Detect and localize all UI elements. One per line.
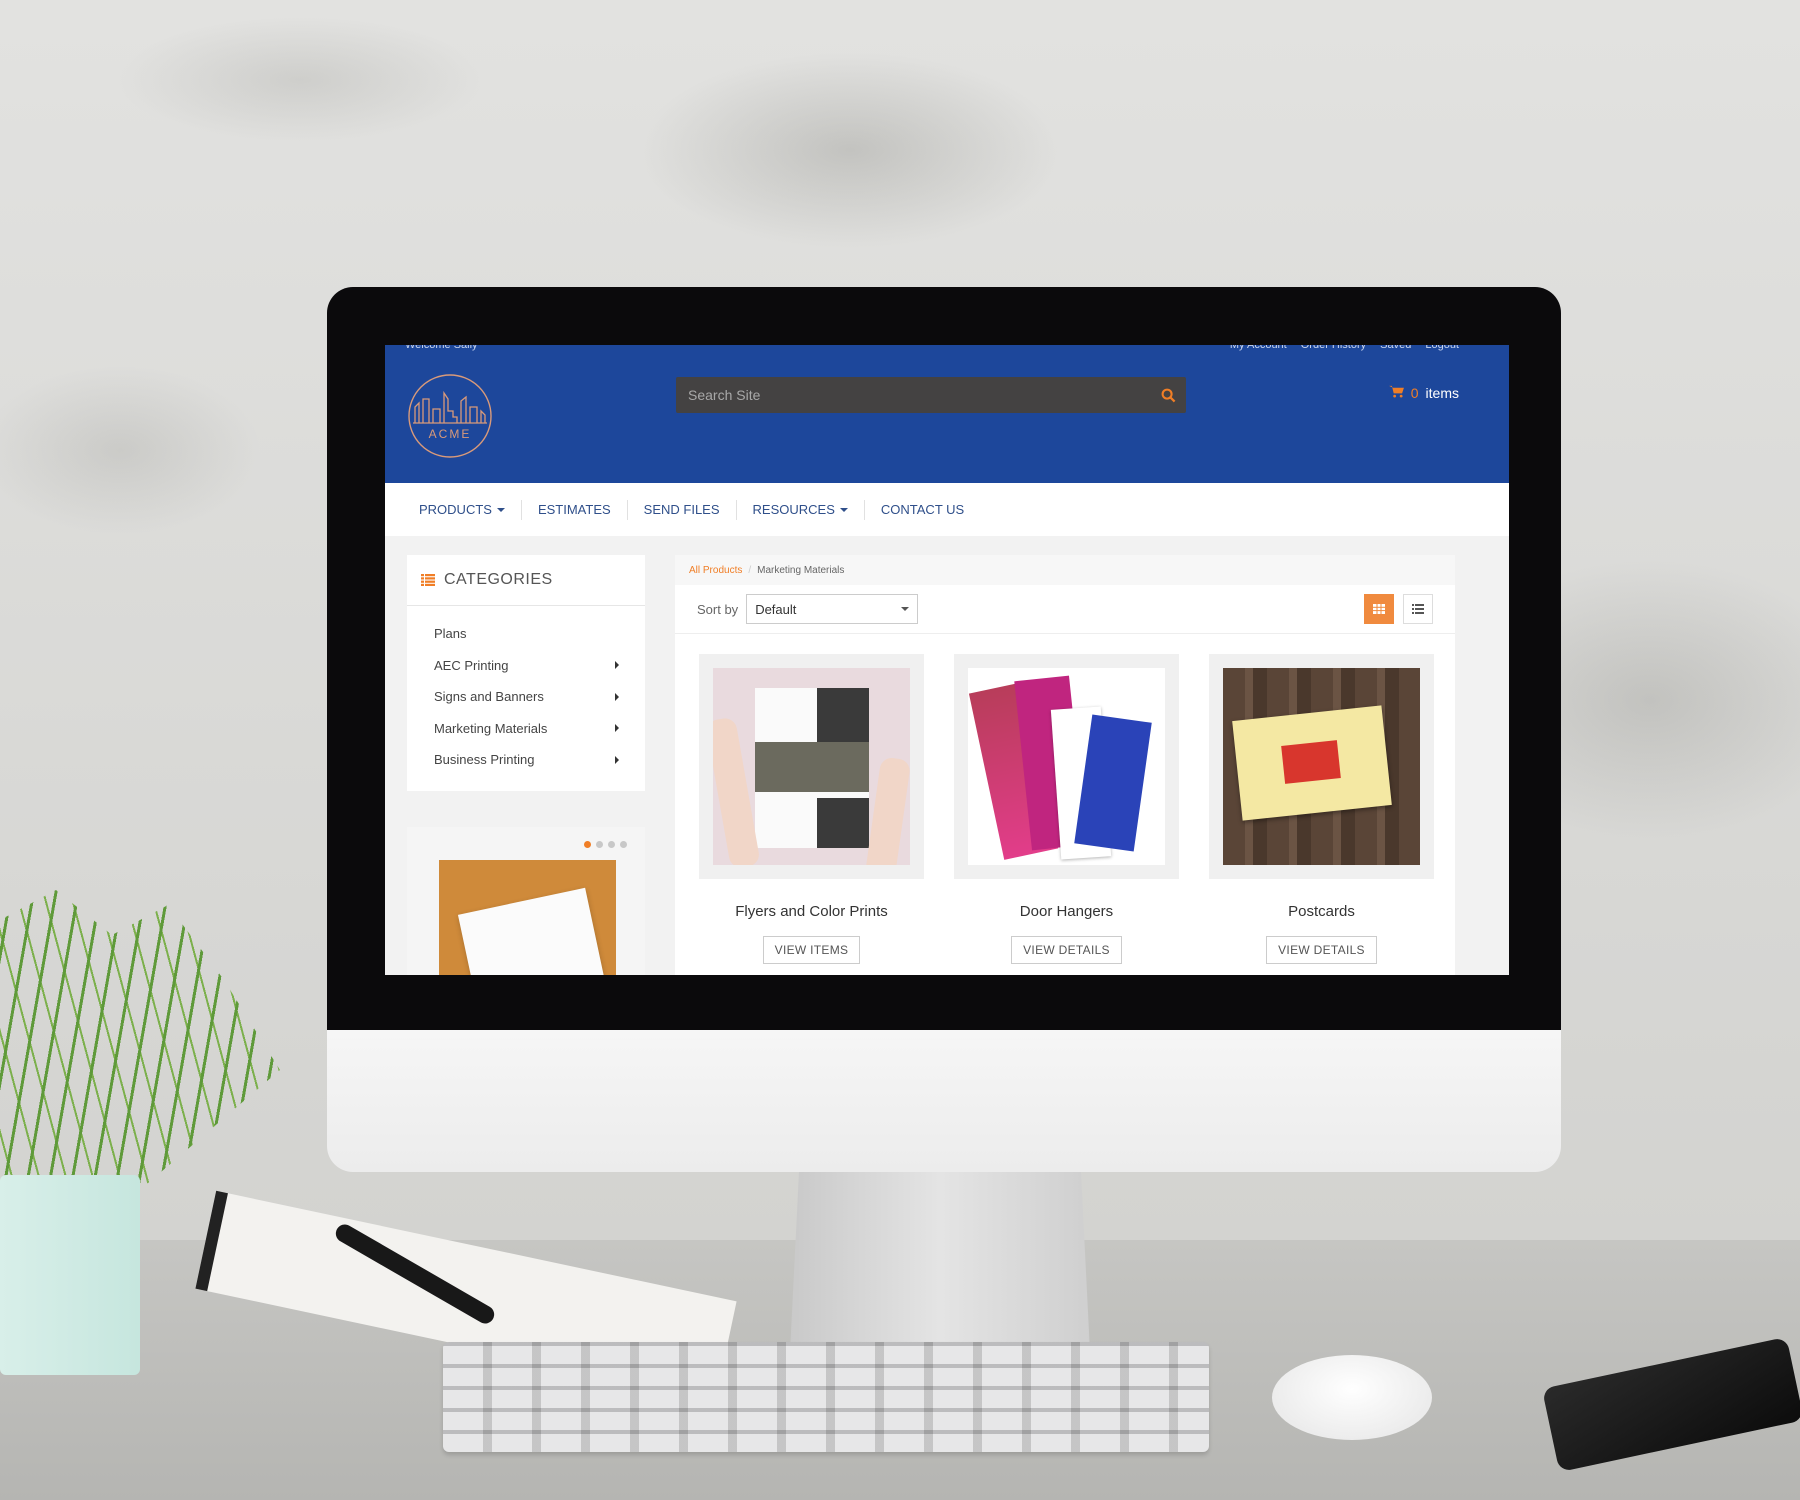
product-grid: Flyers and Color Prints VIEW ITEMS Door … bbox=[675, 634, 1455, 964]
logout-link[interactable]: Logout bbox=[1425, 345, 1459, 353]
caret-right-icon bbox=[615, 692, 619, 701]
sort-value: Default bbox=[755, 601, 797, 617]
welcome-text: Welcome Sally bbox=[405, 345, 478, 351]
search-icon[interactable] bbox=[1150, 388, 1186, 403]
flyer-image bbox=[713, 668, 910, 865]
product-image-frame[interactable] bbox=[954, 654, 1179, 879]
nav-resources[interactable]: RESOURCES bbox=[737, 499, 865, 520]
category-signs-and-banners[interactable]: Signs and Banners bbox=[407, 681, 645, 713]
acme-logo[interactable]: ACME bbox=[407, 373, 493, 459]
breadcrumb-all-products[interactable]: All Products bbox=[689, 565, 742, 576]
chevron-down-icon bbox=[839, 508, 848, 513]
chevron-down-icon bbox=[496, 508, 505, 513]
search-bar bbox=[676, 377, 1186, 413]
promo-carousel bbox=[407, 827, 645, 975]
listing-toolbar: Sort by Default bbox=[675, 585, 1455, 634]
door-hanger-image bbox=[968, 668, 1165, 865]
category-marketing-materials[interactable]: Marketing Materials bbox=[407, 713, 645, 745]
postcard-image bbox=[1223, 668, 1420, 865]
categories-panel: CATEGORIES Plans AEC Printing Signs and … bbox=[407, 555, 645, 791]
saved-link[interactable]: Saved bbox=[1380, 345, 1411, 353]
chevron-down-icon bbox=[901, 607, 910, 611]
my-account-link[interactable]: My Account bbox=[1230, 345, 1287, 353]
carousel-dots bbox=[584, 841, 627, 848]
product-card: Door Hangers VIEW DETAILS bbox=[954, 654, 1179, 964]
nav-send-files[interactable]: SEND FILES bbox=[628, 499, 737, 520]
cart-count: 0 bbox=[1410, 385, 1419, 401]
caret-right-icon bbox=[615, 661, 619, 670]
product-title[interactable]: Door Hangers bbox=[954, 903, 1179, 920]
main-nav: PRODUCTS ESTIMATES SEND FILES RESOURCES … bbox=[385, 483, 1509, 536]
breadcrumb: All Products / Marketing Materials bbox=[675, 555, 1455, 585]
carousel-dot-1[interactable] bbox=[584, 841, 591, 848]
order-history-link[interactable]: Order History bbox=[1301, 345, 1366, 353]
watering-can-pot bbox=[0, 1175, 140, 1375]
product-title[interactable]: Flyers and Color Prints bbox=[699, 903, 924, 920]
mouse bbox=[1272, 1355, 1432, 1440]
keyboard bbox=[443, 1342, 1209, 1452]
promo-image[interactable] bbox=[439, 860, 616, 975]
list-icon bbox=[421, 574, 435, 586]
categories-list: Plans AEC Printing Signs and Banners Mar… bbox=[407, 606, 645, 776]
product-card: Flyers and Color Prints VIEW ITEMS bbox=[699, 654, 924, 964]
grid-view-button[interactable] bbox=[1364, 594, 1394, 624]
website-screen: Welcome Sally My Account Order History S… bbox=[385, 345, 1509, 975]
cart-icon bbox=[1388, 385, 1404, 401]
view-details-button[interactable]: VIEW DETAILS bbox=[1011, 936, 1122, 964]
site-header: Welcome Sally My Account Order History S… bbox=[385, 345, 1509, 483]
categories-title: CATEGORIES bbox=[444, 571, 553, 588]
cart-label: items bbox=[1425, 385, 1459, 401]
nav-estimates[interactable]: ESTIMATES bbox=[522, 499, 628, 520]
nav-products[interactable]: PRODUCTS bbox=[403, 499, 522, 520]
product-image-frame[interactable] bbox=[699, 654, 924, 879]
category-label: Business Printing bbox=[434, 752, 535, 768]
view-details-button[interactable]: VIEW DETAILS bbox=[1266, 936, 1377, 964]
category-business-printing[interactable]: Business Printing bbox=[407, 744, 645, 776]
category-label: Signs and Banners bbox=[434, 689, 544, 705]
category-label: Marketing Materials bbox=[434, 720, 548, 736]
carousel-dot-2[interactable] bbox=[596, 841, 603, 848]
product-title[interactable]: Postcards bbox=[1209, 903, 1434, 920]
nav-contact-us[interactable]: CONTACT US bbox=[865, 500, 980, 520]
letterhead-sheet bbox=[457, 887, 611, 975]
product-card: Postcards VIEW DETAILS bbox=[1209, 654, 1434, 964]
product-image-frame[interactable] bbox=[1209, 654, 1434, 879]
sort-label: Sort by bbox=[697, 601, 739, 617]
list-icon bbox=[1412, 604, 1424, 614]
caret-right-icon bbox=[615, 724, 619, 733]
category-aec-printing[interactable]: AEC Printing bbox=[407, 650, 645, 682]
monitor-stand bbox=[790, 1172, 1090, 1352]
breadcrumb-separator: / bbox=[748, 564, 752, 576]
top-bar: Welcome Sally My Account Order History S… bbox=[405, 345, 1459, 353]
view-items-button[interactable]: VIEW ITEMS bbox=[762, 936, 861, 964]
product-listing: All Products / Marketing Materials Sort … bbox=[675, 555, 1455, 975]
logo-text: ACME bbox=[429, 427, 472, 441]
carousel-dot-4[interactable] bbox=[620, 841, 627, 848]
nav-products-label: PRODUCTS bbox=[419, 501, 492, 517]
view-toggle bbox=[1364, 594, 1433, 624]
category-plans[interactable]: Plans bbox=[407, 618, 645, 650]
monitor-chin bbox=[327, 1030, 1561, 1172]
sort-select[interactable]: Default bbox=[746, 594, 919, 624]
caret-right-icon bbox=[615, 755, 619, 764]
cart-link[interactable]: 0 items bbox=[1388, 385, 1459, 401]
list-view-button[interactable] bbox=[1403, 594, 1433, 624]
breadcrumb-current: Marketing Materials bbox=[757, 564, 845, 576]
grid-icon bbox=[1373, 604, 1385, 614]
category-label: Plans bbox=[434, 626, 467, 642]
categories-header: CATEGORIES bbox=[407, 555, 645, 606]
carousel-dot-3[interactable] bbox=[608, 841, 615, 848]
nav-resources-label: RESOURCES bbox=[752, 501, 835, 517]
category-label: AEC Printing bbox=[434, 657, 509, 673]
search-input[interactable] bbox=[676, 386, 1150, 404]
